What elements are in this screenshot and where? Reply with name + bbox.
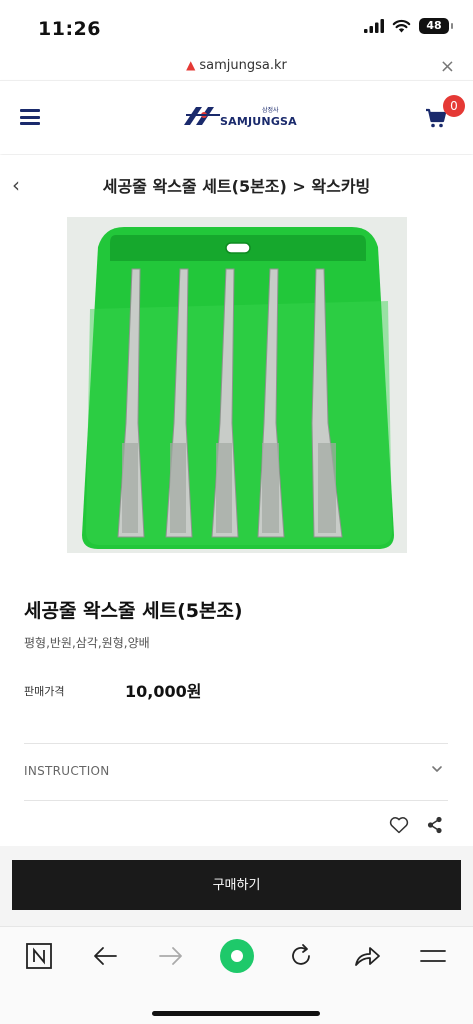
logo-mark-icon: [184, 107, 220, 125]
product-image[interactable]: [12, 213, 461, 555]
forward-arrow-icon[interactable]: [154, 941, 188, 971]
naver-icon[interactable]: [22, 941, 56, 971]
chevron-down-icon[interactable]: [430, 762, 444, 776]
instruction-label: INSTRUCTION: [24, 764, 110, 778]
product-actions: [389, 816, 443, 834]
share-icon[interactable]: [427, 816, 443, 834]
wifi-icon: [392, 19, 411, 33]
close-icon[interactable]: ×: [440, 56, 455, 77]
home-indicator: [152, 1011, 320, 1016]
logo-text: SAMJUNGSA: [220, 115, 297, 128]
product-photo: [12, 213, 461, 555]
buy-button[interactable]: 구매하기: [12, 860, 461, 910]
heart-icon[interactable]: [389, 816, 409, 834]
site-logo[interactable]: 삼정사 SAMJUNGSA: [182, 103, 297, 133]
url-display[interactable]: ▲ samjungsa.kr: [0, 58, 473, 73]
status-time: 11:26: [38, 18, 101, 40]
product-subtitle: 평형,반원,삼각,원형,양배: [24, 636, 150, 650]
category-title-bar: ‹ 세공줄 왁스줄 세트(5본조) > 왁스카빙: [0, 155, 473, 213]
divider: [24, 800, 448, 801]
status-bar: 11:26 48: [0, 0, 473, 56]
signal-icon: [364, 19, 384, 33]
more-menu-icon[interactable]: [416, 941, 450, 971]
logo-small-text: 삼정사: [262, 107, 279, 114]
green-dot-home-icon[interactable]: [218, 937, 256, 975]
battery-icon: 48: [419, 18, 453, 34]
instruction-accordion[interactable]: INSTRUCTION: [24, 744, 448, 800]
product-name: 세공줄 왁스줄 세트(5본조): [24, 600, 243, 622]
warning-icon: ▲: [186, 58, 196, 72]
page-title: 세공줄 왁스줄 세트(5본조) > 왁스카빙: [102, 177, 371, 196]
back-arrow-icon[interactable]: [88, 941, 122, 971]
price-label: 판매가격: [24, 685, 65, 698]
browser-toolbar: [0, 926, 473, 1024]
price-value: 10,000원: [125, 682, 202, 701]
refresh-icon[interactable]: [284, 941, 318, 971]
url-text: samjungsa.kr: [199, 58, 287, 73]
status-icons: 48: [364, 18, 453, 34]
url-bar[interactable]: ▲ samjungsa.kr ×: [0, 56, 473, 80]
cart-count-badge: 0: [443, 95, 465, 117]
site-header: 삼정사 SAMJUNGSA 0: [0, 80, 473, 154]
hamburger-menu-icon[interactable]: [20, 109, 40, 125]
share-arrow-icon[interactable]: [350, 941, 384, 971]
